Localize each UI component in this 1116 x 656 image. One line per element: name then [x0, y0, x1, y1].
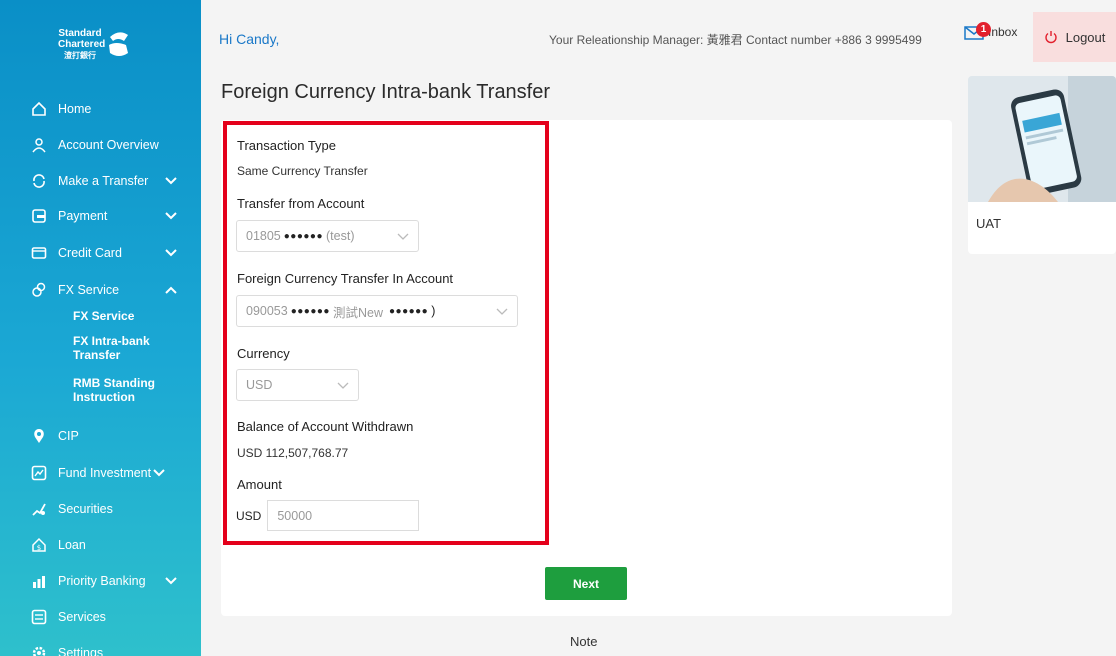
promo-image	[968, 76, 1116, 202]
inbox-button[interactable]: 1 Inbox	[964, 22, 1018, 40]
sidebar-item-label: Fund Investment	[58, 466, 152, 480]
svg-text:$: $	[37, 544, 41, 552]
sidebar-subitem-fx-intra-bank-transfer[interactable]: FX Intra-bank Transfer	[73, 334, 183, 362]
sidebar-item-make-a-transfer[interactable]: Make a Transfer	[0, 167, 201, 195]
sidebar-item-label: Settings	[58, 646, 104, 656]
promo-label: UAT	[976, 216, 1002, 231]
sidebar-item-label: Securities	[58, 502, 113, 516]
chevron-down-icon	[397, 230, 409, 244]
sidebar-item-label: Account Overview	[58, 138, 159, 152]
services-icon	[30, 608, 48, 626]
transaction-type-label: Transaction Type	[237, 138, 336, 153]
priority-icon	[30, 572, 48, 590]
sidebar-item-settings[interactable]: Settings	[0, 639, 201, 656]
sidebar-item-priority-banking[interactable]: Priority Banking	[0, 567, 201, 595]
chevron-down-icon[interactable]	[165, 177, 177, 185]
currency-select[interactable]: USD	[236, 369, 359, 401]
from-account-select[interactable]: 01805 ●●●●●● (test)	[236, 220, 419, 252]
chevron-up-icon[interactable]	[165, 286, 177, 294]
sidebar-item-label: Services	[58, 610, 106, 624]
chevron-down-icon[interactable]	[165, 577, 177, 585]
securities-icon	[30, 500, 48, 518]
sidebar-item-label: Make a Transfer	[58, 174, 149, 188]
chevron-down-icon[interactable]	[165, 249, 177, 257]
sidebar-item-label: Priority Banking	[58, 574, 146, 588]
brand-line3: 渣打銀行	[64, 50, 96, 60]
note-heading: Note	[570, 634, 598, 649]
from-account-prefix: 01805	[246, 229, 281, 243]
phone-image	[968, 76, 1116, 202]
sidebar-item-loan[interactable]: $ Loan	[0, 531, 201, 559]
sidebar-item-payment[interactable]: Payment	[0, 202, 201, 230]
sidebar-item-label: Home	[58, 102, 92, 116]
sidebar-item-label: FX Service	[58, 283, 120, 297]
user-icon	[30, 136, 48, 154]
in-account-suffix: )	[431, 304, 436, 318]
greeting: Hi Candy,	[219, 31, 280, 47]
in-account-name: 測試New	[332, 305, 383, 320]
brand-line1: Standard	[58, 27, 102, 39]
logout-button[interactable]: Logout	[1033, 12, 1116, 62]
sidebar-item-cip[interactable]: CIP	[0, 422, 201, 450]
sidebar-item-credit-card[interactable]: Credit Card	[0, 239, 201, 267]
relationship-manager-info: Your Releationship Manager: 黃雅君 Contact …	[549, 33, 922, 47]
fx-icon	[30, 281, 48, 299]
sidebar-item-services[interactable]: Services	[0, 603, 201, 631]
sidebar-item-fx-service[interactable]: FX Service	[0, 276, 201, 304]
from-account-suffix: (test)	[326, 229, 355, 243]
next-button[interactable]: Next	[545, 567, 627, 600]
fund-icon	[30, 464, 48, 482]
sidebar: Standard Chartered 渣打銀行 Home Account Ove…	[0, 0, 201, 656]
payment-icon	[30, 207, 48, 225]
inbox-label: Inbox	[988, 25, 1018, 39]
transfer-icon	[30, 172, 48, 190]
inbox-count-badge: 1	[976, 22, 991, 37]
amount-row: USD 50000	[236, 500, 420, 531]
promo-card[interactable]: UAT	[968, 76, 1116, 254]
chevron-down-icon[interactable]	[153, 469, 165, 477]
settings-icon	[30, 644, 48, 656]
power-icon	[1044, 31, 1057, 44]
sidebar-item-fund-investment[interactable]: Fund Investment	[0, 459, 201, 487]
sidebar-item-label: Loan	[58, 538, 86, 552]
amount-label: Amount	[237, 477, 282, 492]
in-account-select[interactable]: 090053 ●●●●●● 測試New ●●●●●● )	[236, 295, 518, 327]
sidebar-subitem-fx-service[interactable]: FX Service	[73, 309, 183, 323]
chevron-down-icon[interactable]	[165, 212, 177, 220]
brand-line2: Chartered	[58, 38, 106, 50]
credit-card-icon	[30, 244, 48, 262]
from-account-label: Transfer from Account	[237, 196, 365, 211]
balance-value: USD 112,507,768.77	[237, 446, 349, 460]
sidebar-item-home[interactable]: Home	[0, 95, 201, 123]
loan-icon: $	[30, 536, 48, 554]
page-title: Foreign Currency Intra-bank Transfer	[221, 81, 551, 103]
bank-logo[interactable]: Standard Chartered 渣打銀行	[58, 20, 148, 68]
chevron-down-icon	[337, 379, 349, 393]
amount-input[interactable]: 50000	[267, 500, 420, 531]
from-account-masked: ●●●●●●	[283, 230, 324, 242]
bank-logo-icon	[109, 32, 128, 56]
sidebar-item-label: Payment	[58, 209, 108, 223]
in-account-prefix: 090053	[246, 304, 288, 318]
in-account-masked: ●●●●●●	[290, 305, 330, 317]
top-bar: Hi Candy, Your Releationship Manager: 黃雅…	[201, 0, 1116, 74]
currency-value: USD	[246, 378, 273, 392]
logout-label: Logout	[1065, 29, 1106, 45]
sidebar-item-label: CIP	[58, 429, 79, 443]
in-account-label: Foreign Currency Transfer In Account	[237, 271, 454, 286]
balance-label: Balance of Account Withdrawn	[237, 419, 414, 434]
home-icon	[30, 100, 48, 118]
currency-label: Currency	[237, 346, 290, 361]
in-account-masked-2: ●●●●●●	[388, 305, 429, 317]
sidebar-item-account-overview[interactable]: Account Overview	[0, 131, 201, 159]
sidebar-item-securities[interactable]: Securities	[0, 495, 201, 523]
sidebar-item-label: Credit Card	[58, 246, 122, 260]
sidebar-subitem-rmb-standing-instruction[interactable]: RMB Standing Instruction	[73, 376, 183, 404]
cip-icon	[30, 427, 48, 445]
amount-currency: USD	[236, 508, 262, 523]
chevron-down-icon	[496, 305, 508, 319]
transaction-type-value: Same Currency Transfer	[237, 164, 368, 178]
